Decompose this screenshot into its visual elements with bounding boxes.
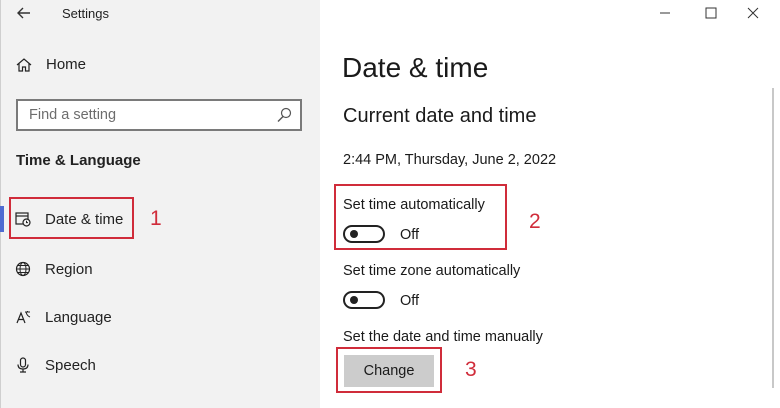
sidebar-item-language[interactable]: Language bbox=[14, 302, 112, 332]
sidebar-item-label: Region bbox=[45, 260, 93, 278]
set-timezone-auto-label: Set time zone automatically bbox=[343, 263, 521, 279]
sidebar-item-region[interactable]: Region bbox=[14, 254, 93, 284]
back-arrow-icon bbox=[17, 7, 30, 19]
set-timezone-auto-toggle[interactable] bbox=[343, 291, 385, 309]
search-input[interactable] bbox=[27, 106, 271, 124]
annotation-box-3 bbox=[336, 347, 442, 393]
close-icon bbox=[747, 7, 759, 19]
home-link[interactable]: Home bbox=[16, 56, 86, 73]
title-bar: Settings bbox=[0, 0, 780, 28]
section-heading: Time & Language bbox=[16, 152, 141, 169]
window-title: Settings bbox=[62, 6, 109, 21]
globe-icon bbox=[14, 260, 32, 278]
close-button[interactable] bbox=[738, 2, 768, 24]
annotation-box-2 bbox=[334, 184, 507, 250]
minimize-icon bbox=[660, 12, 670, 14]
annotation-marker-3: 3 bbox=[465, 358, 477, 381]
search-icon[interactable] bbox=[276, 107, 292, 123]
search-box[interactable] bbox=[16, 99, 302, 131]
manual-datetime-label: Set the date and time manually bbox=[343, 329, 543, 345]
section-title: Current date and time bbox=[343, 105, 537, 127]
scrollbar[interactable] bbox=[772, 88, 774, 388]
selected-indicator bbox=[0, 206, 4, 232]
maximize-button[interactable] bbox=[696, 2, 726, 24]
language-icon bbox=[14, 308, 32, 326]
page-title: Date & time bbox=[342, 52, 489, 83]
annotation-marker-2: 2 bbox=[529, 210, 541, 233]
set-timezone-auto-state: Off bbox=[400, 293, 420, 309]
maximize-icon bbox=[705, 7, 717, 19]
home-label: Home bbox=[46, 56, 87, 73]
annotation-marker-1: 1 bbox=[150, 207, 162, 230]
home-icon bbox=[16, 57, 32, 72]
toggle-knob bbox=[350, 296, 358, 304]
annotation-box-1 bbox=[9, 197, 134, 239]
minimize-button[interactable] bbox=[650, 2, 680, 24]
microphone-icon bbox=[14, 356, 32, 374]
sidebar-item-label: Language bbox=[45, 308, 112, 326]
back-button[interactable] bbox=[12, 2, 36, 24]
sidebar-item-speech[interactable]: Speech bbox=[14, 350, 96, 380]
current-datetime: 2:44 PM, Thursday, June 2, 2022 bbox=[343, 152, 557, 168]
sidebar-item-label: Speech bbox=[45, 356, 96, 374]
